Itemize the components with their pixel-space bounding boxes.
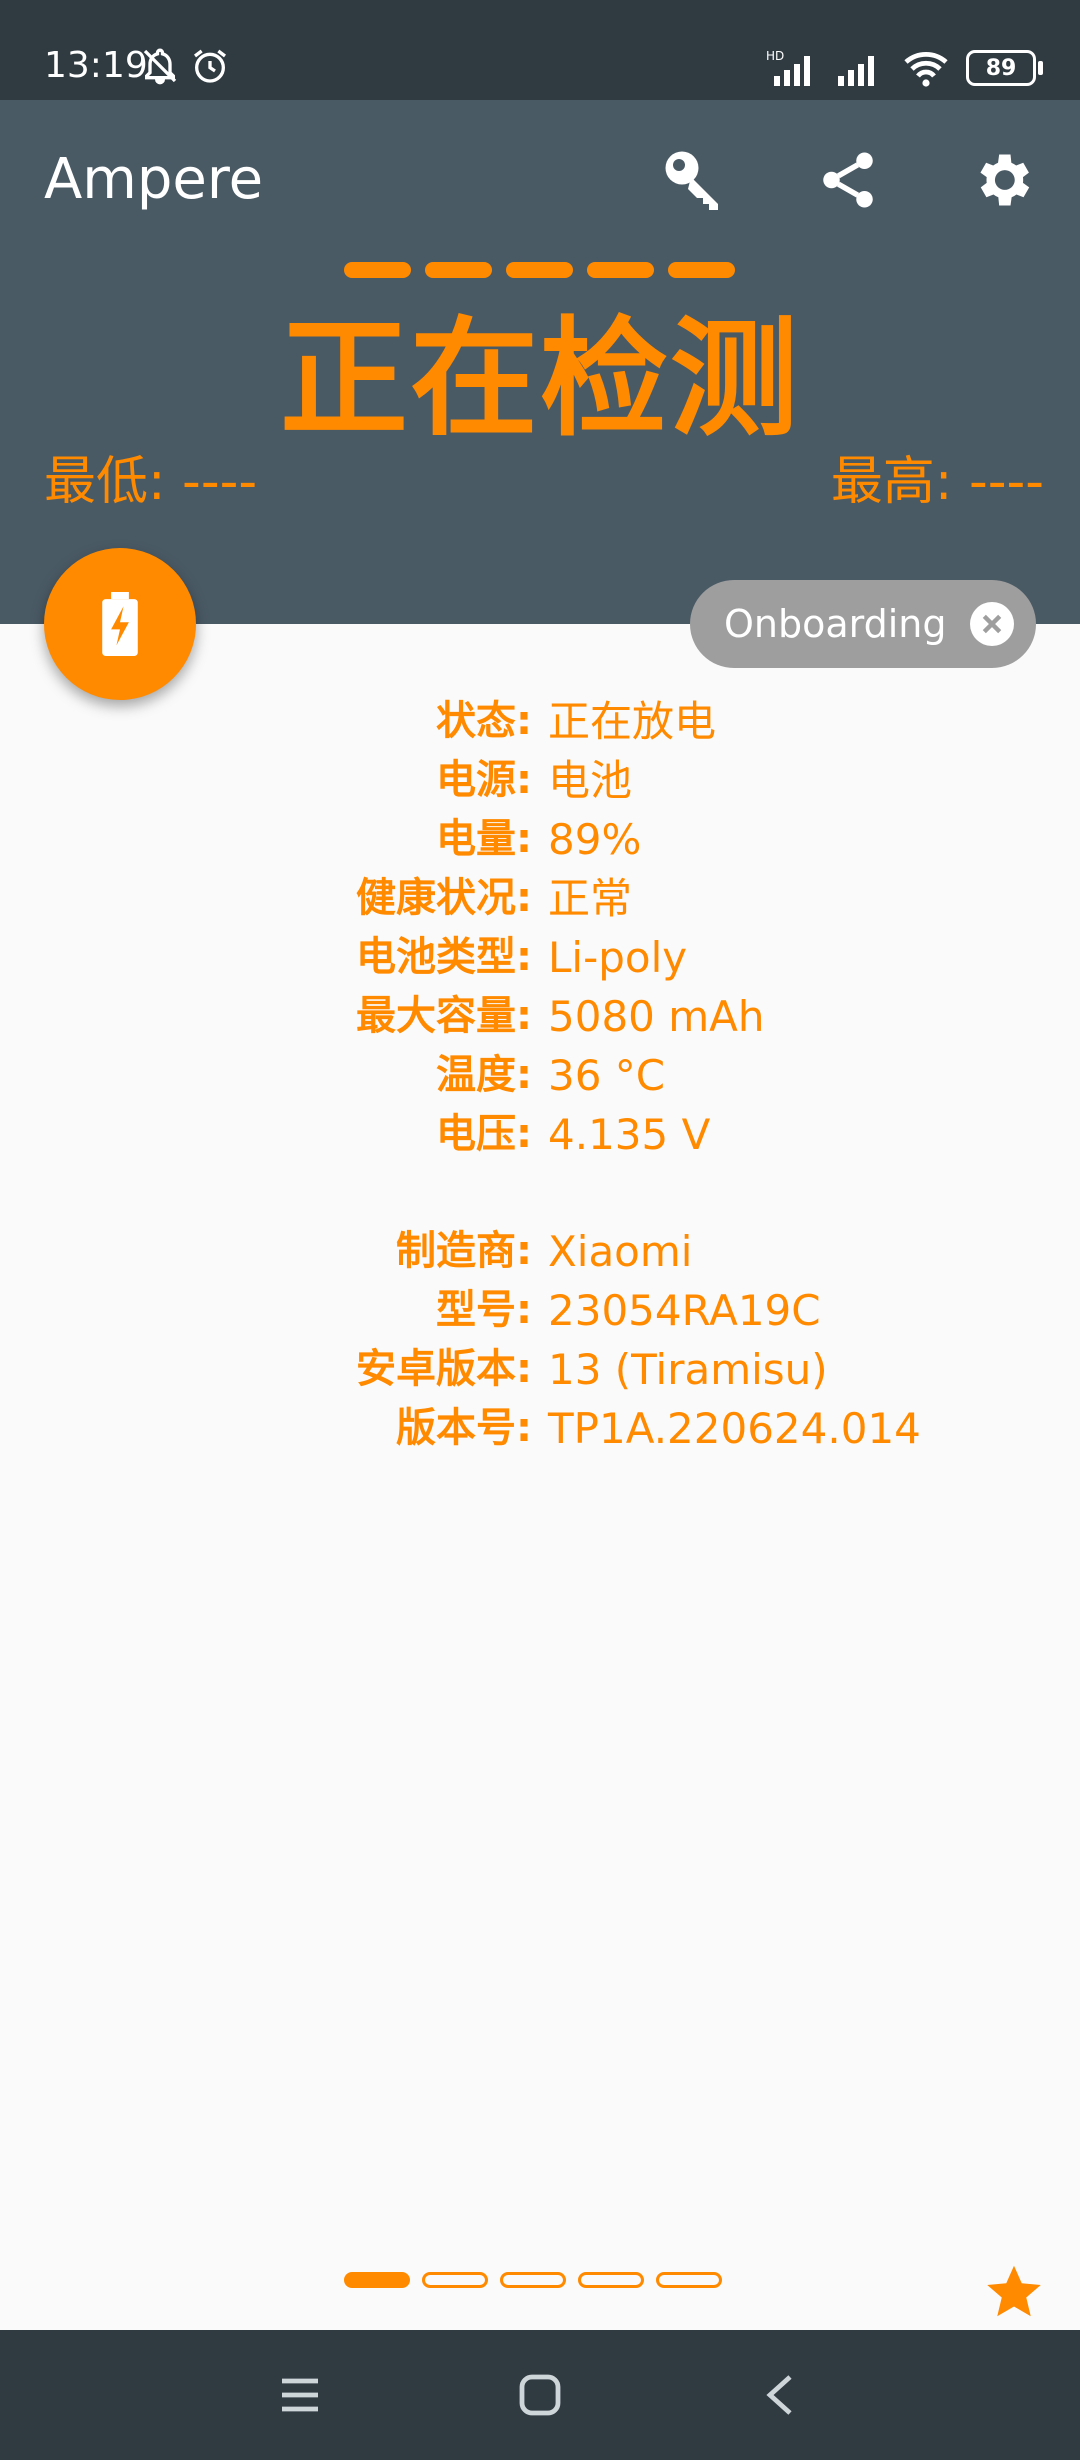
- info-value: 4.135 V: [548, 1110, 711, 1159]
- status-dashes: [344, 262, 735, 278]
- info-row: 型号: 23054RA19C: [0, 1281, 1080, 1340]
- info-row: 最大容量: 5080 mAh: [0, 987, 1080, 1046]
- battery-info-list: 状态: 正在放电 电源: 电池 电量: 89% 健康状况: 正常 电池类型: Li-pol…: [0, 692, 1080, 1164]
- info-label: 安卓版本:: [356, 1346, 532, 1392]
- hd-badge: HD: [766, 49, 784, 63]
- info-value: Li-poly: [548, 933, 688, 982]
- page-dot-5[interactable]: [656, 2272, 722, 2288]
- info-value: 23054RA19C: [548, 1286, 821, 1335]
- info-label: 制造商:: [396, 1228, 532, 1274]
- info-row: 电压: 4.135 V: [0, 1105, 1080, 1164]
- info-row: 电池类型: Li-poly: [0, 928, 1080, 987]
- info-row: 健康状况: 正常: [0, 869, 1080, 928]
- info-label: 状态:: [436, 698, 532, 744]
- settings-button[interactable]: [962, 140, 1042, 220]
- signal-icon: [838, 56, 874, 86]
- app-title: Ampere: [44, 147, 264, 212]
- info-value: TP1A.220624.014: [548, 1404, 921, 1453]
- page-indicator: [344, 2272, 722, 2288]
- close-circle-icon[interactable]: [970, 602, 1014, 646]
- info-value: Xiaomi: [548, 1227, 693, 1276]
- onboarding-chip[interactable]: Onboarding: [690, 580, 1036, 668]
- info-row: 安卓版本: 13 (Tiramisu): [0, 1340, 1080, 1399]
- min-current: 最低: ----: [44, 452, 258, 512]
- back-icon: [766, 2375, 792, 2415]
- bell-off-icon: [143, 48, 177, 85]
- home-button[interactable]: [510, 2365, 570, 2425]
- page-dot-1[interactable]: [344, 2272, 410, 2288]
- share-icon: [823, 152, 873, 208]
- info-row: 制造商: Xiaomi: [0, 1222, 1080, 1281]
- info-label: 电源:: [436, 757, 532, 803]
- signal-icon: HD: [766, 49, 810, 86]
- info-label: 版本号:: [396, 1405, 532, 1451]
- info-value: 36 °C: [548, 1051, 666, 1100]
- alarm-icon: [194, 49, 226, 83]
- onboarding-chip-label: Onboarding: [724, 602, 947, 646]
- info-value: 89%: [548, 815, 642, 864]
- info-label: 健康状况:: [356, 875, 532, 921]
- max-current: 最高: ----: [830, 452, 1044, 512]
- key-icon: [665, 151, 718, 210]
- page-dot-2[interactable]: [422, 2272, 488, 2288]
- status-right-icons: HD 89: [766, 48, 1043, 88]
- back-button[interactable]: [750, 2365, 810, 2425]
- gear-icon: [980, 154, 1030, 206]
- info-row: 电量: 89%: [0, 810, 1080, 869]
- info-label: 最大容量:: [356, 993, 532, 1039]
- menu-button[interactable]: [270, 2365, 330, 2425]
- battery-icon: 89: [966, 50, 1043, 86]
- info-label: 电量:: [436, 816, 532, 862]
- info-value: 电池: [548, 756, 633, 805]
- status-bar: 13:19 HD 89: [0, 0, 1080, 100]
- info-row: 电源: 电池: [0, 751, 1080, 810]
- home-icon: [519, 2374, 561, 2416]
- battery-fab[interactable]: [44, 548, 196, 700]
- battery-charging-icon: [102, 592, 138, 656]
- info-label: 电池类型:: [356, 934, 532, 980]
- info-row: 温度: 36 °C: [0, 1046, 1080, 1105]
- info-label: 温度:: [436, 1052, 532, 1098]
- star-icon[interactable]: [984, 2262, 1044, 2322]
- detection-status: 正在检测: [279, 305, 800, 454]
- info-value: 13 (Tiramisu): [548, 1345, 828, 1394]
- header: Ampere 正在检测 最低: ---- 最高: ----: [0, 100, 1080, 624]
- info-value: 正在放电: [548, 697, 717, 746]
- info-value: 正常: [548, 874, 633, 923]
- page-dot-4[interactable]: [578, 2272, 644, 2288]
- key-button[interactable]: [654, 140, 734, 220]
- share-button[interactable]: [808, 140, 888, 220]
- info-row: 版本号: TP1A.220624.014: [0, 1399, 1080, 1458]
- info-value: 5080 mAh: [548, 992, 765, 1041]
- info-label: 电压:: [436, 1111, 532, 1157]
- wifi-icon: [904, 51, 948, 87]
- info-row: 状态: 正在放电: [0, 692, 1080, 751]
- page-dot-3[interactable]: [500, 2272, 566, 2288]
- menu-icon: [282, 2378, 318, 2412]
- info-label: 型号:: [436, 1287, 532, 1333]
- navigation-bar: [0, 2330, 1080, 2460]
- status-time: 13:19: [44, 45, 148, 86]
- device-info-list: 制造商: Xiaomi 型号: 23054RA19C 安卓版本: 13 (Tirami…: [0, 1222, 1080, 1458]
